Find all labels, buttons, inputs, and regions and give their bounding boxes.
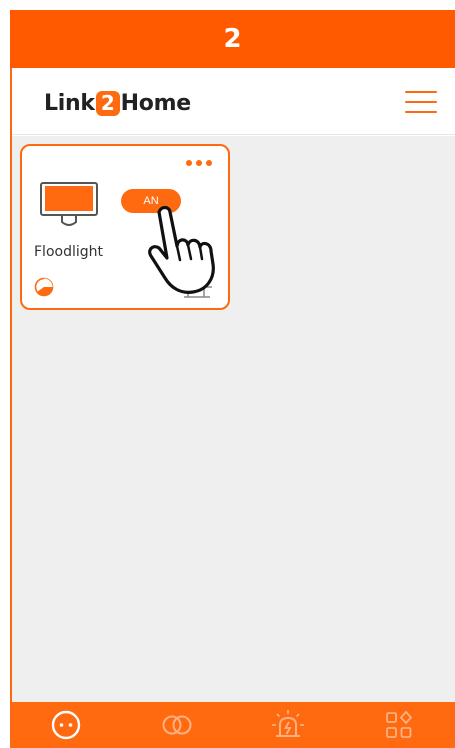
- brand-text-left: Link: [44, 90, 95, 116]
- bottom-tab-bar: [10, 702, 455, 748]
- tab-more[interactable]: [344, 702, 455, 748]
- alarm-icon: [272, 710, 305, 737]
- more-dots-icon[interactable]: [186, 160, 212, 166]
- brand-badge: 2: [95, 90, 120, 116]
- hamburger-menu-icon[interactable]: [405, 89, 439, 115]
- tap-hand-icon: [148, 205, 215, 294]
- groups-icon: [162, 715, 192, 735]
- step-banner: 2: [10, 10, 455, 68]
- device-name: Floodlight: [34, 244, 103, 260]
- tab-groups[interactable]: [121, 702, 232, 748]
- brand-logo: Link 2 Home: [44, 88, 191, 118]
- tab-alarm[interactable]: [233, 702, 344, 748]
- device-list: AN Floodlight: [12, 136, 455, 702]
- app-header: Link 2 Home: [12, 68, 455, 135]
- more-apps-icon: [386, 710, 413, 738]
- timer-icon[interactable]: [34, 277, 54, 297]
- tab-devices[interactable]: [10, 702, 121, 748]
- step-number: 2: [223, 24, 242, 54]
- brand-text-right: Home: [120, 90, 191, 116]
- devices-icon: [51, 710, 80, 740]
- floodlight-icon: [40, 182, 98, 226]
- device-card[interactable]: AN Floodlight: [20, 144, 230, 310]
